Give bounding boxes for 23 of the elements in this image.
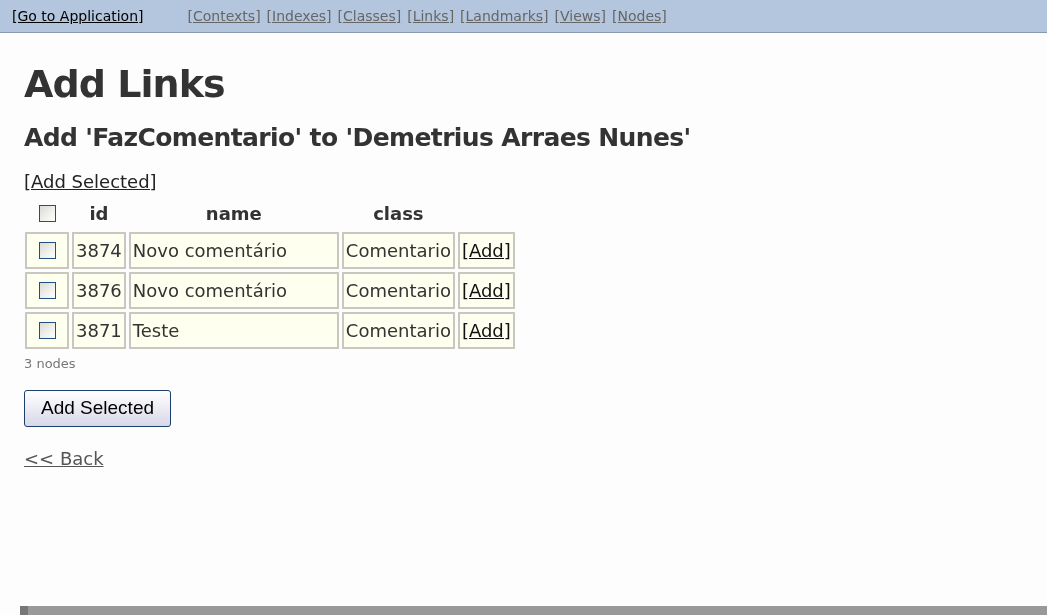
column-header: class (372, 202, 425, 226)
table-cell: Comentario (341, 272, 455, 309)
table-cell: Novo comentário (128, 272, 339, 309)
table-cell: Teste (128, 312, 339, 349)
table-cell: Comentario (341, 312, 455, 349)
table-cell: Novo comentário (128, 232, 339, 269)
back-link[interactable]: << Back (24, 444, 104, 472)
checkbox[interactable] (38, 282, 56, 299)
nav-link[interactable]: [Go to Application] (12, 5, 144, 27)
table-cell: 3874 (72, 232, 126, 269)
table-cell: 3876 (72, 272, 126, 309)
checkbox[interactable] (38, 242, 56, 259)
checkbox[interactable] (38, 205, 56, 222)
page-subtitle: Add 'FazComentario' to 'Demetrius Arraes Nunes' (24, 125, 692, 150)
column-header: id (88, 202, 110, 226)
column-header: name (204, 202, 263, 226)
add-selected-link[interactable]: [Add Selected] (24, 168, 157, 195)
table-cell: Comentario (341, 232, 455, 269)
add-selected-button[interactable]: Add Selected (24, 389, 172, 427)
node-count: 3 nodes (24, 355, 77, 373)
page-title: Add Links (24, 65, 226, 103)
table-cell: 3871 (72, 312, 126, 349)
checkbox[interactable] (38, 322, 56, 339)
